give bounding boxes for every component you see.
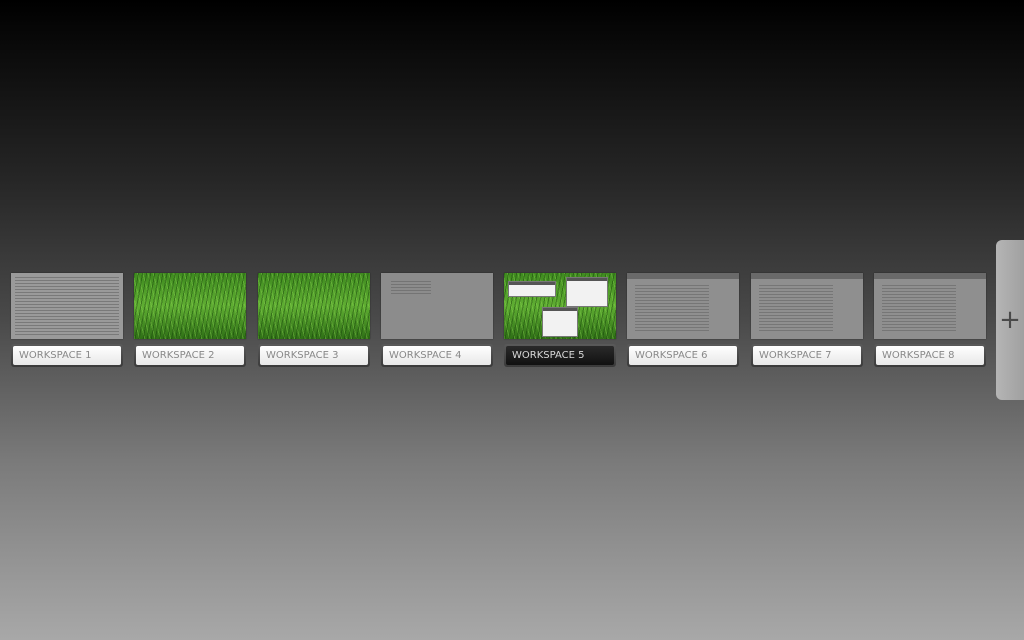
workspace-8-label-box[interactable]: WORKSPACE 8 bbox=[874, 344, 986, 367]
workspace-1-label-box[interactable]: WORKSPACE 1 bbox=[11, 344, 123, 367]
workspace-8[interactable]: WORKSPACE 8 bbox=[874, 273, 986, 367]
mini-window bbox=[566, 277, 608, 307]
workspace-6-label[interactable]: WORKSPACE 6 bbox=[629, 346, 737, 365]
workspace-2-thumbnail[interactable] bbox=[134, 273, 246, 339]
workspace-3-label[interactable]: WORKSPACE 3 bbox=[260, 346, 368, 365]
workspace-8-thumbnail[interactable] bbox=[874, 273, 986, 339]
workspace-6[interactable]: WORKSPACE 6 bbox=[627, 273, 739, 367]
workspace-5-label[interactable]: WORKSPACE 5 bbox=[506, 346, 614, 365]
workspace-4-thumbnail[interactable] bbox=[381, 273, 493, 339]
workspace-4-label-box[interactable]: WORKSPACE 4 bbox=[381, 344, 493, 367]
workspace-8-label[interactable]: WORKSPACE 8 bbox=[876, 346, 984, 365]
workspace-5-label-box[interactable]: WORKSPACE 5 bbox=[504, 344, 616, 367]
workspace-strip: WORKSPACE 1 WORKSPACE 2 WORKSPACE 3 WORK… bbox=[11, 273, 987, 367]
workspace-5[interactable]: WORKSPACE 5 bbox=[504, 273, 616, 367]
workspace-2-label-box[interactable]: WORKSPACE 2 bbox=[134, 344, 246, 367]
workspace-3-label-box[interactable]: WORKSPACE 3 bbox=[258, 344, 370, 367]
workspace-3[interactable]: WORKSPACE 3 bbox=[258, 273, 370, 367]
mini-window bbox=[508, 281, 556, 297]
workspace-4[interactable]: WORKSPACE 4 bbox=[381, 273, 493, 367]
workspace-7[interactable]: WORKSPACE 7 bbox=[751, 273, 863, 367]
workspace-1-label[interactable]: WORKSPACE 1 bbox=[13, 346, 121, 365]
workspace-7-label[interactable]: WORKSPACE 7 bbox=[753, 346, 861, 365]
workspace-6-label-box[interactable]: WORKSPACE 6 bbox=[627, 344, 739, 367]
workspace-3-thumbnail[interactable] bbox=[258, 273, 370, 339]
workspace-7-thumbnail[interactable] bbox=[751, 273, 863, 339]
mini-window bbox=[542, 307, 578, 337]
workspace-7-label-box[interactable]: WORKSPACE 7 bbox=[751, 344, 863, 367]
workspace-1[interactable]: WORKSPACE 1 bbox=[11, 273, 123, 367]
add-workspace-button[interactable]: + bbox=[996, 240, 1024, 400]
workspace-2-label[interactable]: WORKSPACE 2 bbox=[136, 346, 244, 365]
workspace-5-thumbnail[interactable] bbox=[504, 273, 616, 339]
workspace-2[interactable]: WORKSPACE 2 bbox=[134, 273, 246, 367]
workspace-4-label[interactable]: WORKSPACE 4 bbox=[383, 346, 491, 365]
workspace-6-thumbnail[interactable] bbox=[627, 273, 739, 339]
workspace-1-thumbnail[interactable] bbox=[11, 273, 123, 339]
plus-icon[interactable]: + bbox=[999, 307, 1021, 333]
